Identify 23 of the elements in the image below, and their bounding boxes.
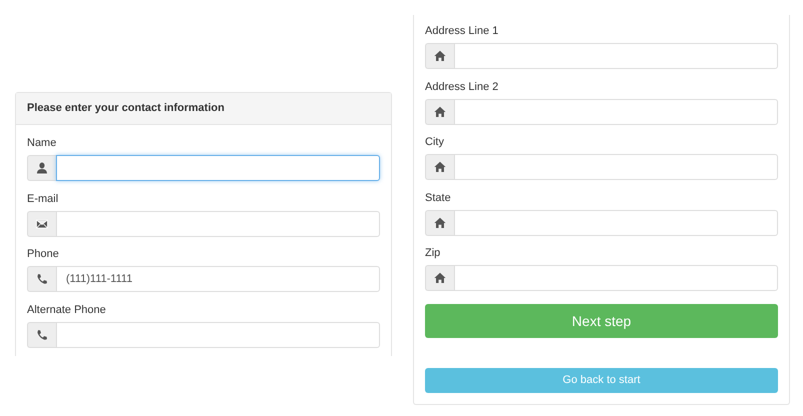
field-label: E-mail — [27, 192, 60, 206]
envelope-icon — [36, 218, 48, 230]
phone-icon — [36, 273, 48, 285]
home-icon — [434, 272, 446, 284]
field-label: Zip — [425, 247, 442, 260]
text-input[interactable] — [56, 155, 380, 181]
text-input[interactable]: (111)111-1111 — [56, 266, 380, 292]
field-label: Alternate Phone — [27, 304, 107, 316]
field-label: Name — [27, 137, 58, 150]
field-label: Phone — [27, 248, 60, 261]
field-label: Address Line 1 — [425, 25, 500, 38]
home-icon — [434, 50, 446, 62]
field-label: City — [425, 136, 445, 149]
back-button[interactable]: Go back to start — [425, 368, 778, 392]
panel-heading: Please enter your contact information — [16, 93, 391, 125]
phone-icon — [36, 328, 48, 340]
home-icon — [434, 161, 446, 173]
field-label: State — [425, 192, 452, 204]
field-label: Address Line 2 — [425, 80, 500, 94]
home-icon — [434, 106, 446, 118]
next-step-button[interactable]: Next step — [425, 304, 778, 338]
home-icon — [434, 216, 446, 228]
person-icon — [36, 162, 48, 174]
